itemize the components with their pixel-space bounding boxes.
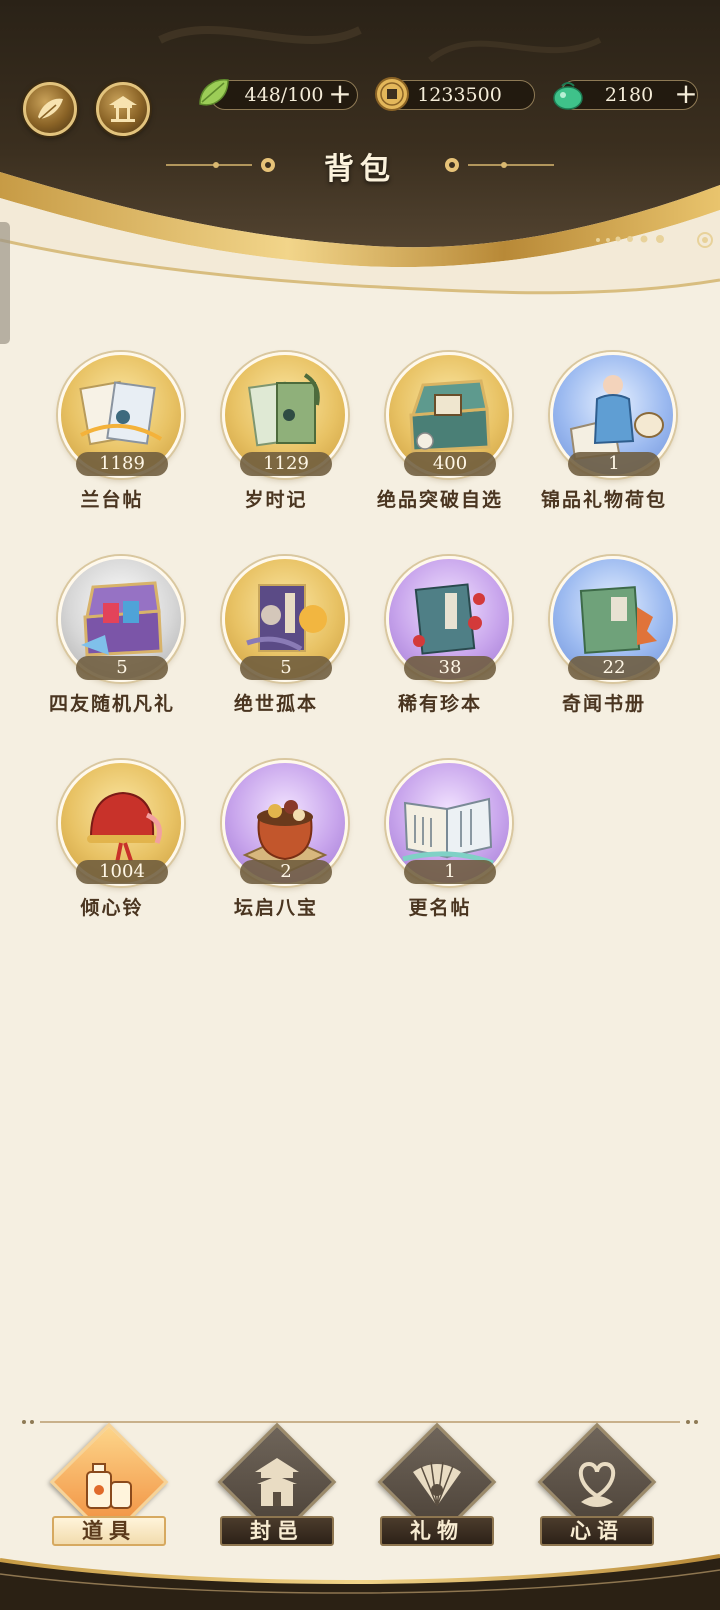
inventory-item[interactable]: 38 稀有珍本 <box>356 544 524 724</box>
item-count: 5 <box>76 656 168 680</box>
item-count: 2 <box>240 860 332 884</box>
item-name: 奇闻书册 <box>561 693 646 715</box>
jade-pouch-icon <box>553 82 583 110</box>
pagoda-icon <box>255 1458 299 1506</box>
inventory-item[interactable]: 22 奇闻书册 <box>520 544 688 724</box>
item-count: 38 <box>404 656 496 680</box>
item-name: 倾心铃 <box>80 897 144 919</box>
leaf-stamina-icon <box>199 79 229 106</box>
heart-knot-icon <box>578 1461 616 1507</box>
item-count: 22 <box>568 656 660 680</box>
inventory-item[interactable]: 2 坛启八宝 <box>192 748 360 928</box>
item-name: 兰台帖 <box>80 489 144 511</box>
inventory-item[interactable]: 5 四友随机凡礼 <box>28 544 196 724</box>
inventory-item[interactable]: 1 锦品礼物荷包 <box>520 340 688 520</box>
item-name: 绝品突破自选 <box>376 489 503 511</box>
add-jade-button[interactable]: + <box>674 80 698 108</box>
item-count: 1 <box>404 860 496 884</box>
item-name: 绝世孤本 <box>233 693 318 715</box>
inventory-item[interactable]: 5 绝世孤本 <box>192 544 360 724</box>
inventory-item[interactable]: 1189 兰台帖 <box>28 340 196 520</box>
inventory-item[interactable]: 1 更名帖 <box>356 748 524 928</box>
pavilion-icon <box>109 96 137 122</box>
item-count: 400 <box>404 452 496 476</box>
inventory-item[interactable]: 1004 倾心铃 <box>28 748 196 928</box>
item-count: 1189 <box>76 452 168 476</box>
feather-menu-button[interactable] <box>23 82 77 136</box>
add-stamina-button[interactable]: + <box>328 80 352 108</box>
side-drawer-handle[interactable] <box>0 222 10 344</box>
footer-decoration <box>0 1554 720 1610</box>
header: 448/100 + 1233500 2180 + 背包 <box>0 0 720 300</box>
item-name: 四友随机凡礼 <box>48 693 175 715</box>
item-count: 1129 <box>240 452 332 476</box>
item-count: 5 <box>240 656 332 680</box>
page-title: 背包 <box>324 152 396 187</box>
item-count: 1 <box>568 452 660 476</box>
item-name: 岁时记 <box>244 489 308 511</box>
title-ornament-right <box>445 158 554 172</box>
item-count: 1004 <box>76 860 168 884</box>
pavilion-button[interactable] <box>96 82 150 136</box>
item-name: 稀有珍本 <box>397 693 482 715</box>
item-name: 更名帖 <box>408 897 472 919</box>
feather-icon <box>38 98 63 120</box>
potion-bottles-icon <box>86 1463 132 1509</box>
inventory-item[interactable]: 1129 岁时记 <box>192 340 360 520</box>
item-name: 锦品礼物荷包 <box>540 489 667 511</box>
folding-fan-icon <box>413 1461 461 1507</box>
copper-coin-icon <box>375 77 409 111</box>
item-name: 坛启八宝 <box>233 897 318 919</box>
inventory-item[interactable]: 400 绝品突破自选 <box>356 340 524 520</box>
